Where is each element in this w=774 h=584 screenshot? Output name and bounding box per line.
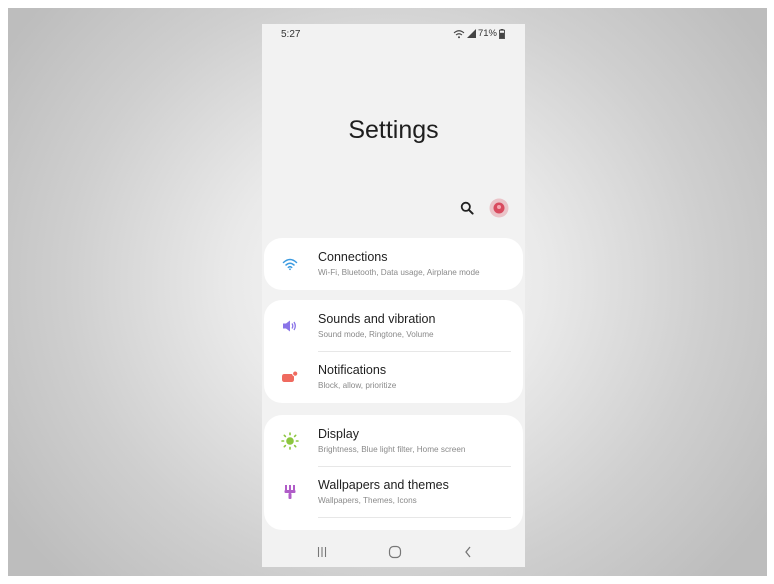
setting-subtitle: Block, allow, prioritize <box>318 381 397 390</box>
status-time: 5:27 <box>281 29 301 40</box>
divider <box>318 517 511 518</box>
search-icon <box>460 201 474 215</box>
settings-item-wallpapers-and-themes[interactable]: Wallpapers and themes Wallpapers, Themes… <box>264 466 523 518</box>
profile-button[interactable] <box>489 198 509 218</box>
recent-apps-button[interactable] <box>310 543 334 561</box>
setting-title: Sounds and vibration <box>318 312 436 326</box>
signal-icon <box>466 29 476 38</box>
setting-subtitle: Wallpapers, Themes, Icons <box>318 496 417 505</box>
brush-icon <box>280 482 300 502</box>
avatar <box>489 198 509 218</box>
settings-group-display: Display Brightness, Blue light filter, H… <box>264 415 523 530</box>
sun-icon <box>280 431 300 451</box>
page-title: Settings <box>348 116 439 144</box>
settings-item-display[interactable]: Display Brightness, Blue light filter, H… <box>264 415 523 467</box>
wifi-icon <box>280 254 300 274</box>
setting-title: Display <box>318 427 359 441</box>
setting-subtitle: Sound mode, Ringtone, Volume <box>318 330 434 339</box>
recent-apps-icon <box>317 547 327 557</box>
notification-icon <box>280 367 300 387</box>
setting-title: Notifications <box>318 363 387 377</box>
setting-title: Wallpapers and themes <box>318 478 449 492</box>
battery-percent: 71% <box>477 28 497 39</box>
home-button[interactable] <box>383 543 407 561</box>
settings-group-connectivity: Connections Wi-Fi, Bluetooth, Data usage… <box>264 238 523 290</box>
settings-item-sounds-and-vibration[interactable]: Sounds and vibration Sound mode, Rington… <box>264 300 523 352</box>
wifi-status-icon <box>453 29 465 39</box>
navigation-bar <box>262 537 525 567</box>
setting-title: Connections <box>318 250 388 264</box>
home-icon <box>388 545 402 559</box>
status-bar: 5:27 71% <box>262 24 525 46</box>
battery-icon <box>499 28 505 39</box>
setting-subtitle: Brightness, Blue light filter, Home scre… <box>318 445 466 454</box>
speaker-icon <box>280 316 300 336</box>
settings-item-notifications[interactable]: Notifications Block, allow, prioritize <box>264 351 523 403</box>
back-button[interactable] <box>456 543 480 561</box>
settings-item-connections[interactable]: Connections Wi-Fi, Bluetooth, Data usage… <box>264 238 523 290</box>
search-button[interactable] <box>457 198 477 218</box>
settings-group-sound-notifications: Sounds and vibration Sound mode, Rington… <box>264 300 523 403</box>
status-icons: 71% <box>453 28 505 39</box>
setting-subtitle: Wi-Fi, Bluetooth, Data usage, Airplane m… <box>318 268 480 277</box>
back-icon <box>465 546 471 558</box>
phone-screen: 5:27 71% Settings Connections Wi-Fi, Blu… <box>262 24 525 567</box>
